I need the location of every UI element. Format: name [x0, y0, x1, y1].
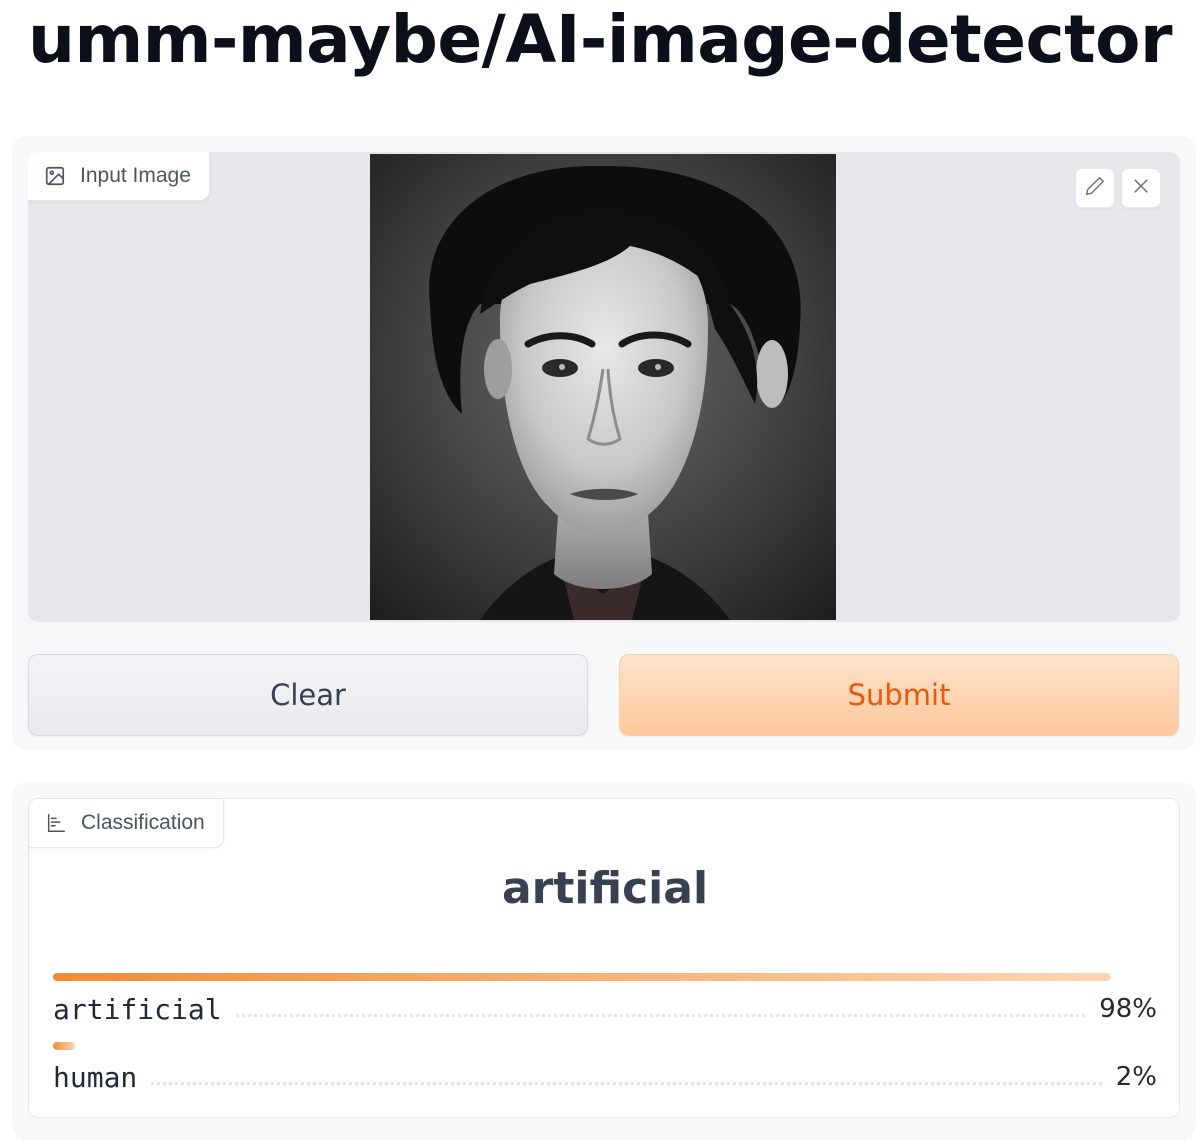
confidence-value: 2%: [1115, 1062, 1157, 1092]
input-block: Input Image Clear Submit: [12, 136, 1196, 750]
predicted-label: artificial: [501, 863, 709, 914]
submit-button[interactable]: Submit: [619, 654, 1179, 736]
edit-image-button[interactable]: [1075, 168, 1115, 208]
pencil-icon: [1084, 175, 1106, 202]
image-input-panel[interactable]: Input Image: [28, 152, 1180, 622]
input-image-label-tag: Input Image: [28, 152, 210, 201]
classification-label-tag: Classification: [29, 799, 224, 848]
classification-panel: Classification artificial artificial 98%…: [28, 798, 1180, 1118]
clear-button[interactable]: Clear: [28, 654, 588, 736]
confidence-label: human: [53, 1060, 138, 1094]
bar-chart-icon: [45, 812, 67, 834]
confidence-value: 98%: [1099, 994, 1157, 1024]
remove-image-button[interactable]: [1121, 168, 1161, 208]
classification-label: Classification: [81, 811, 205, 834]
page-title: umm-maybe/AI-image-detector: [27, 1, 1173, 78]
confidence-bar-track: [53, 1042, 1133, 1050]
confidence-row-artificial[interactable]: artificial 98%: [53, 989, 1157, 1029]
leader-dots: [235, 1013, 1086, 1017]
image-icon: [44, 165, 66, 187]
confidence-bar-track: [53, 973, 1133, 981]
confidence-bar-artificial: [53, 973, 1112, 981]
leader-dots: [151, 1081, 1102, 1085]
uploaded-portrait-image: [370, 154, 836, 620]
close-icon: [1131, 176, 1151, 201]
confidence-label: artificial: [53, 992, 222, 1026]
output-block: Classification artificial artificial 98%…: [12, 782, 1196, 1140]
input-image-label: Input Image: [80, 164, 191, 187]
confidence-row-human[interactable]: human 2%: [53, 1057, 1157, 1097]
confidence-bar-human: [53, 1042, 75, 1050]
